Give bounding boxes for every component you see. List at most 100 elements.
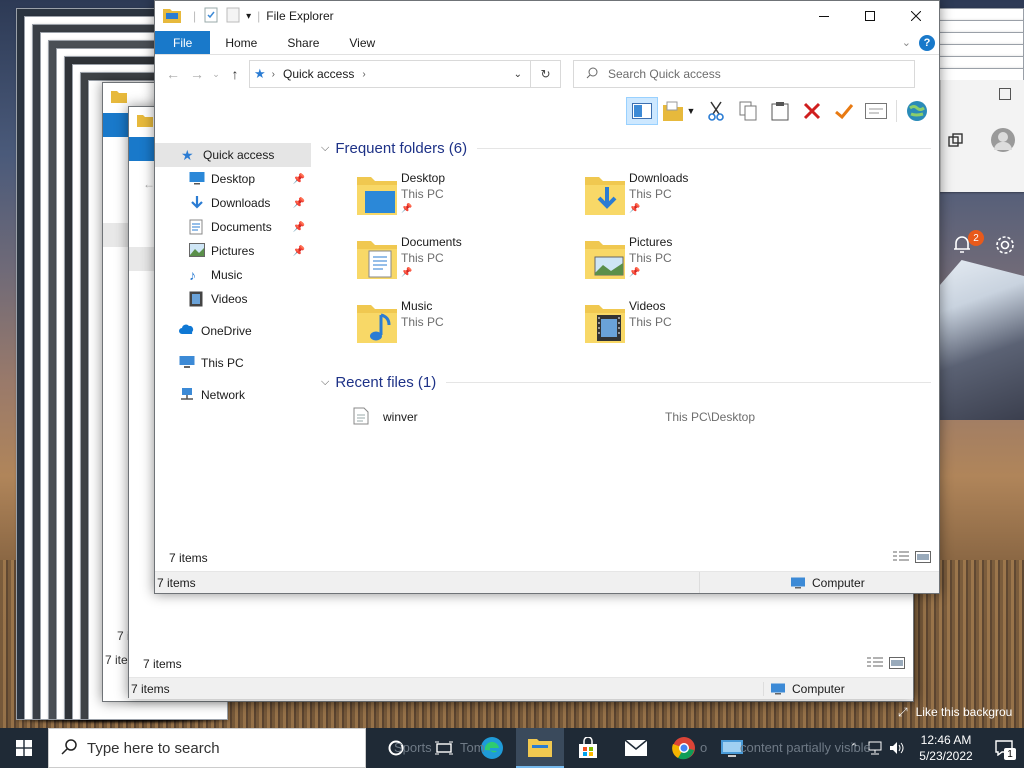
- address-dropdown-icon[interactable]: ⌄: [514, 69, 522, 80]
- search-icon: [61, 738, 77, 758]
- volume-icon[interactable]: [886, 741, 908, 755]
- windows-logo-icon: [16, 740, 32, 756]
- collapse-chevron-icon[interactable]: ⌵: [321, 376, 329, 389]
- tiles-view-icon[interactable]: [889, 657, 905, 672]
- preview-pane-icon[interactable]: [626, 97, 658, 125]
- file-explorer-window: | ▾ | File Explorer File Home Share View: [154, 0, 940, 594]
- documents-icon: [189, 219, 205, 235]
- help-icon[interactable]: ?: [919, 34, 935, 51]
- expand-ribbon-icon[interactable]: ⌄: [902, 36, 911, 49]
- folder-tile-music[interactable]: Music This PC: [355, 299, 575, 359]
- taskbar-behind-text: Tom: [460, 740, 485, 755]
- pin-icon: 📌: [292, 197, 305, 209]
- tab-home[interactable]: Home: [210, 31, 272, 54]
- rename-check-icon[interactable]: [828, 97, 860, 125]
- maximize-button[interactable]: [847, 1, 893, 31]
- nav-desktop[interactable]: Desktop 📌: [155, 167, 311, 191]
- folder-tile-videos[interactable]: Videos This PC: [583, 299, 803, 359]
- breadcrumb-chevron-icon[interactable]: ›: [272, 69, 275, 80]
- close-button[interactable]: [893, 1, 939, 31]
- search-box[interactable]: Search Quick access: [573, 60, 915, 88]
- title-bar[interactable]: | ▾ | File Explorer: [155, 1, 939, 31]
- breadcrumb-quick-access[interactable]: Quick access: [283, 67, 354, 81]
- customize-qat-icon[interactable]: ▾: [246, 11, 251, 22]
- refresh-button[interactable]: ↻: [531, 60, 561, 88]
- start-button[interactable]: [0, 728, 48, 768]
- delete-icon[interactable]: [796, 97, 828, 125]
- recent-files-section: ⌵ Recent files (1): [321, 371, 931, 393]
- onedrive-cloud-icon: [179, 323, 195, 339]
- notifications-bell-icon[interactable]: 2: [950, 230, 984, 256]
- tab-view[interactable]: View: [334, 31, 390, 54]
- address-bar[interactable]: ★ › Quick access › ⌄: [249, 60, 531, 88]
- file-explorer-taskbar-button[interactable]: [516, 728, 564, 768]
- folder-tile-documents[interactable]: Documents This PC 📌: [355, 235, 575, 295]
- network-icon: [179, 387, 195, 403]
- cut-icon[interactable]: [700, 97, 732, 125]
- videos-icon: [189, 291, 205, 307]
- clock[interactable]: 12:46 AM 5/23/2022: [908, 732, 984, 764]
- forward-button[interactable]: →: [185, 62, 209, 86]
- documents-folder-icon: [355, 235, 399, 283]
- profile-avatar[interactable]: [991, 128, 1015, 152]
- mail-button[interactable]: [612, 728, 660, 768]
- recent-file-path: This PC\Desktop: [665, 410, 756, 424]
- nav-music[interactable]: ♪ Music: [155, 263, 311, 287]
- file-tab[interactable]: [103, 113, 129, 137]
- maximize-icon[interactable]: [999, 88, 1011, 100]
- navigation-pane: ★ Quick access Desktop 📌 Downloads 📌 Doc…: [155, 143, 311, 407]
- details-view-icon[interactable]: [867, 657, 883, 672]
- copy-icon[interactable]: [732, 97, 764, 125]
- folder-icon: [137, 113, 153, 127]
- toolbar-separator: [896, 100, 897, 122]
- frequent-folders-header[interactable]: ⌵ Frequent folders (6): [321, 137, 931, 159]
- status-items: 7 items: [131, 681, 170, 696]
- tab-file[interactable]: File: [155, 31, 211, 54]
- tiles-view-icon[interactable]: [915, 551, 931, 566]
- recent-files-header[interactable]: ⌵ Recent files (1): [321, 371, 931, 393]
- edge-status-label: 7 ite: [105, 653, 128, 667]
- pin-icon: 📌: [401, 203, 413, 213]
- nav-this-pc[interactable]: This PC: [155, 351, 311, 375]
- pin-icon: 📌: [629, 203, 641, 213]
- paste-icon[interactable]: [764, 97, 796, 125]
- settings-gear-icon[interactable]: [994, 234, 1018, 258]
- nav-videos[interactable]: Videos: [155, 287, 311, 311]
- new-folder-icon[interactable]: [226, 7, 240, 26]
- minimize-button[interactable]: [801, 1, 847, 31]
- nav-downloads[interactable]: Downloads 📌: [155, 191, 311, 215]
- inner-status-items: 7 items: [143, 657, 182, 671]
- nav-documents[interactable]: Documents 📌: [155, 215, 311, 239]
- nav-pictures[interactable]: Pictures 📌: [155, 239, 311, 263]
- pin-icon: 📌: [292, 173, 305, 185]
- nav-quick-access[interactable]: ★ Quick access: [155, 143, 311, 167]
- details-view-icon[interactable]: [893, 551, 909, 566]
- store-button[interactable]: [564, 728, 612, 768]
- folder-tile-pictures[interactable]: Pictures This PC 📌: [583, 235, 803, 295]
- recent-file-row[interactable]: winver This PC\Desktop: [353, 405, 933, 429]
- nav-onedrive[interactable]: OneDrive: [155, 319, 311, 343]
- tab-share[interactable]: Share: [272, 31, 334, 54]
- layout-dropdown-icon[interactable]: ▼: [658, 97, 700, 125]
- clock-date: 5/23/2022: [919, 749, 973, 763]
- folder-tile-desktop[interactable]: Desktop This PC 📌: [355, 171, 575, 231]
- properties-icon[interactable]: [204, 7, 218, 26]
- collapse-chevron-icon[interactable]: ⌵: [321, 142, 329, 155]
- collections-icon[interactable]: [947, 132, 965, 150]
- expand-icon: ⤢: [898, 704, 908, 719]
- recent-file-name: winver: [383, 410, 418, 424]
- folder-tile-downloads[interactable]: Downloads This PC 📌: [583, 171, 803, 231]
- action-center-button[interactable]: 1: [984, 740, 1024, 760]
- spotlight-like-link[interactable]: ⤢ Like this backgrou: [898, 702, 1024, 722]
- breadcrumb-chevron-icon[interactable]: ›: [362, 69, 365, 80]
- taskbar-search-box[interactable]: Type here to search: [48, 728, 366, 768]
- globe-icon[interactable]: [901, 97, 933, 125]
- properties-card-icon[interactable]: [860, 97, 892, 125]
- status-bar: 7 items Computer: [155, 571, 939, 593]
- file-tab[interactable]: [129, 137, 155, 161]
- recent-locations-icon[interactable]: ⌄: [209, 62, 223, 86]
- up-button[interactable]: ↑: [223, 62, 247, 86]
- nav-network[interactable]: Network: [155, 383, 311, 407]
- back-button[interactable]: ←: [161, 62, 185, 86]
- address-row: ← → ⌄ ↑ ★ › Quick access › ⌄ ↻ Search Qu…: [155, 55, 939, 93]
